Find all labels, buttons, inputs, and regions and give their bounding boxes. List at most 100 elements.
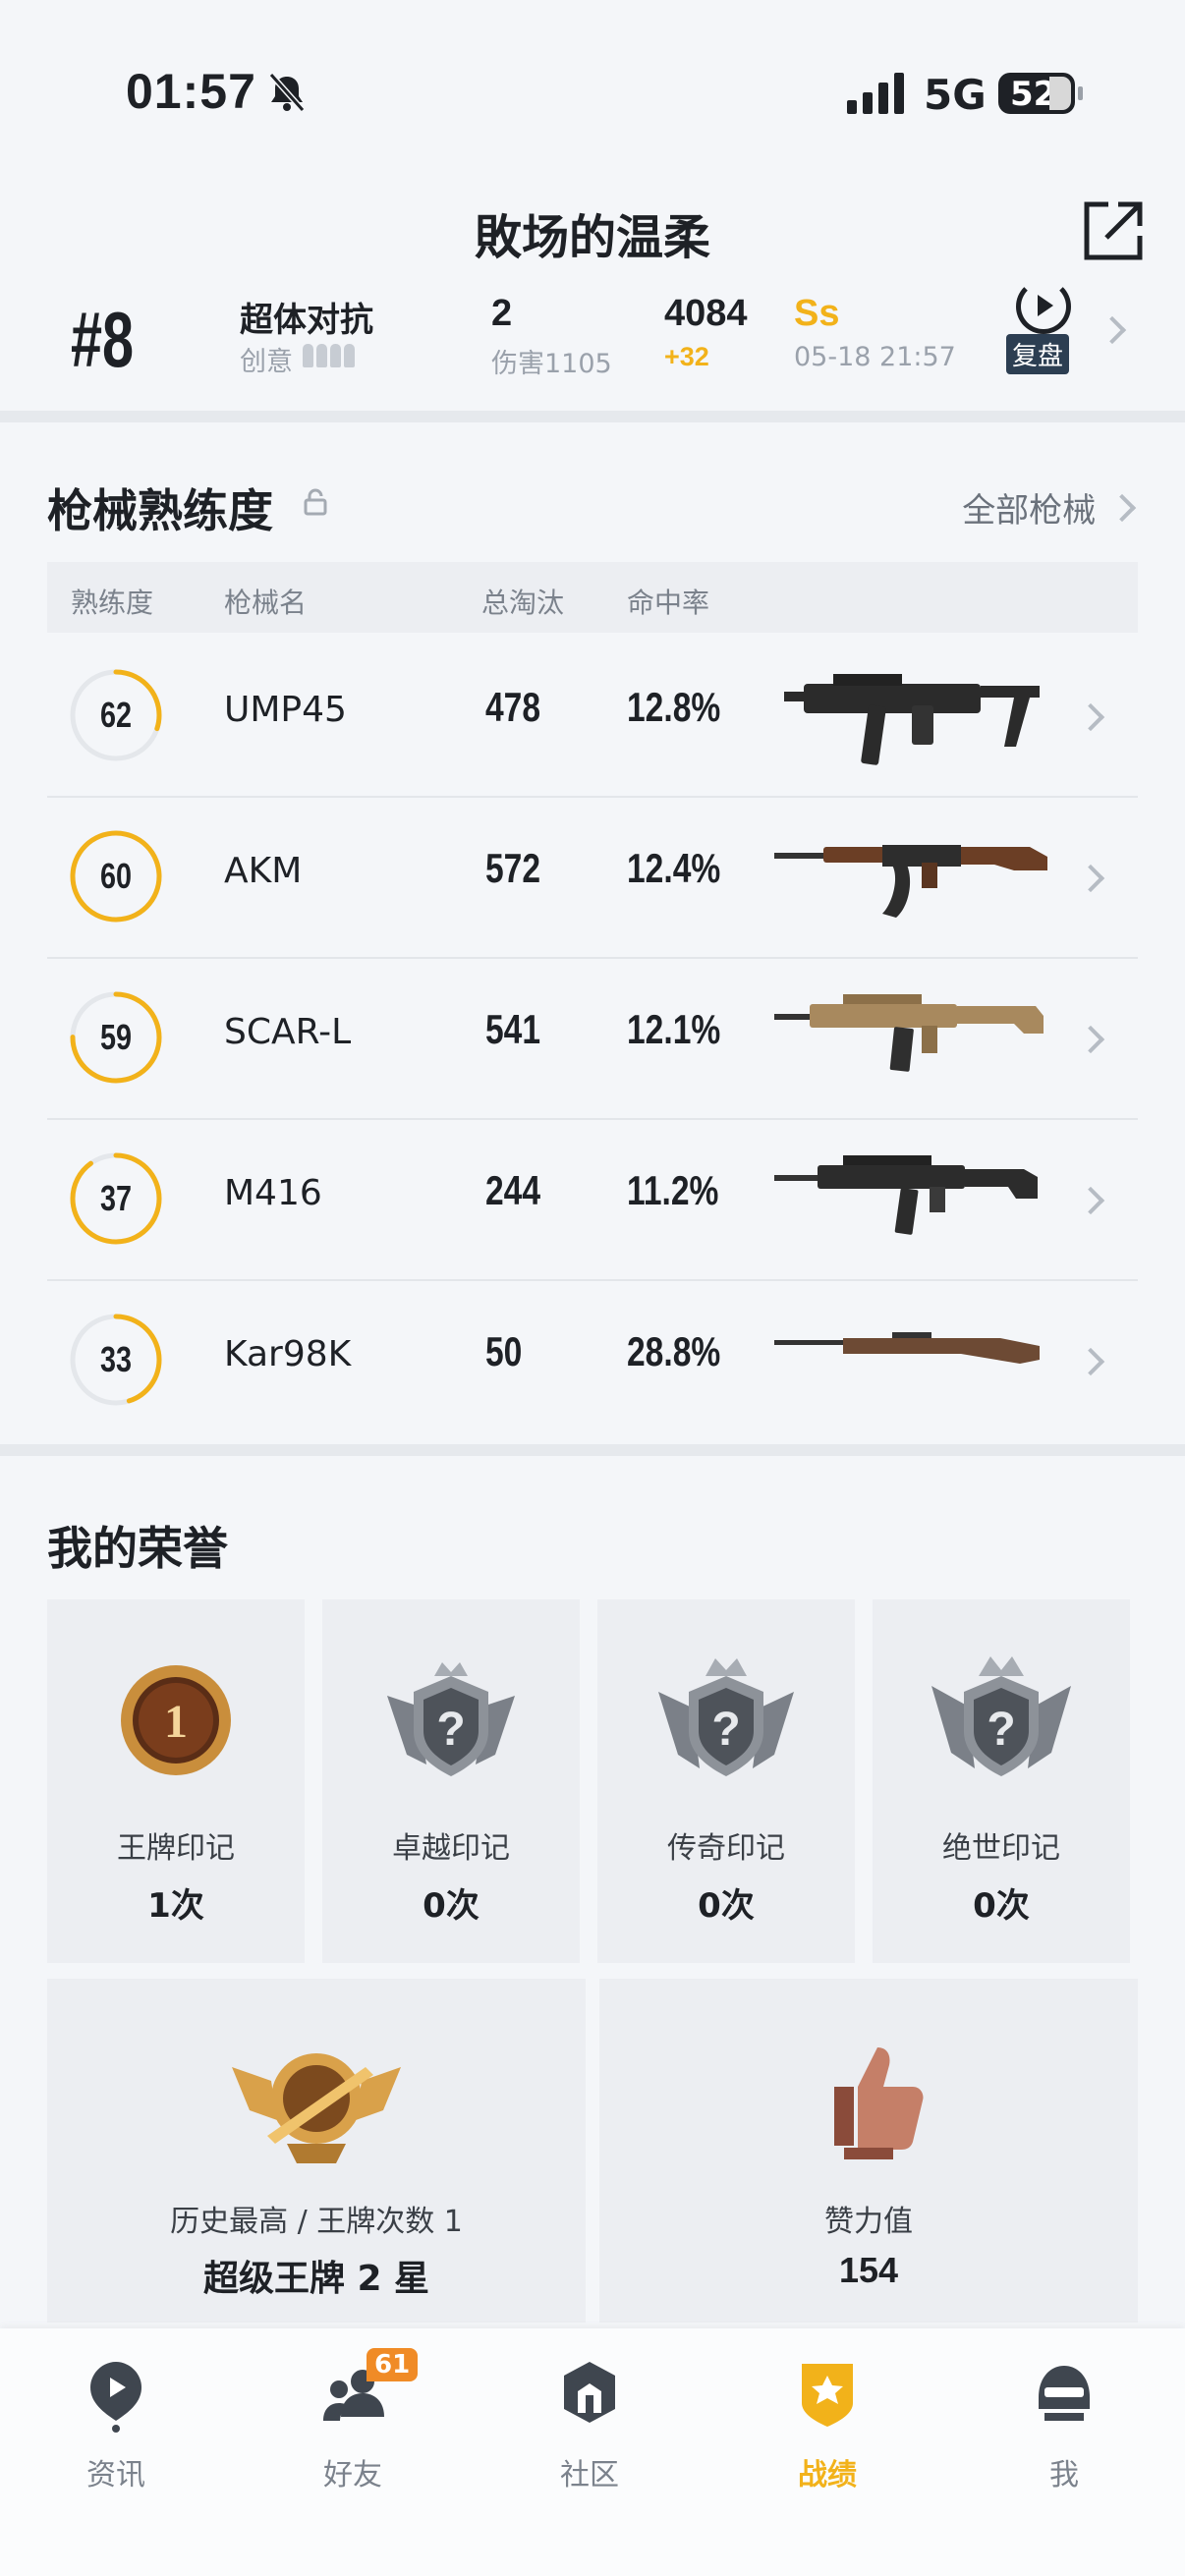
svg-text:?: ? [436,1704,465,1756]
weapon-row[interactable]: 62 UMP45 478 12.8% [47,635,1138,798]
weapon-hit-rate: 12.8% [627,684,721,730]
chevron-right-icon [1076,1186,1105,1215]
status-time: 01:57 [126,64,256,119]
honors-section-title: 我的荣誉 [47,1522,228,1575]
section-divider [0,1444,1185,1456]
honor-card-ace[interactable]: 1 王牌印记 1次 [47,1599,305,1963]
weapon-row[interactable]: 37 M416 244 11.2% [47,1118,1138,1281]
weapon-kills: 541 [485,1006,541,1052]
honor-card-excellence[interactable]: ? 卓越印记 0次 [322,1599,580,1963]
honor-card-peerless[interactable]: ? 绝世印记 0次 [873,1599,1130,1963]
proficiency-ring: 37 [69,1151,163,1246]
honor-count: 0次 [698,1886,755,1926]
tab-friends[interactable]: 61 好友 [274,2348,431,2495]
weapon-hit-rate: 11.2% [627,1167,719,1213]
weapon-hit-rate: 12.1% [627,1006,721,1052]
tab-label: 资讯 [86,2458,145,2492]
tab-label: 好友 [323,2458,382,2492]
highest-tier-label: 历史最高 / 王牌次数 1 [170,2205,463,2239]
weapons-table-header: 熟练度 枪械名 总淘汰 命中率 [47,562,1138,633]
chevron-right-icon [1076,1025,1105,1054]
honor-count: 0次 [973,1886,1030,1926]
all-weapons-link[interactable]: 全部枪械 [962,483,1137,532]
section-divider [0,411,1185,422]
weapon-hit-rate: 28.8% [627,1328,721,1374]
replay-button[interactable]: 复盘 [1006,279,1085,379]
match-rank: #8 [71,296,135,383]
match-grade: Ss [794,293,840,334]
thumbs-up-icon [834,2047,924,2159]
proficiency-value: 33 [99,1339,133,1379]
weapon-row[interactable]: 60 AKM 572 12.4% [47,796,1138,959]
akm-icon [774,845,1047,918]
bottom-tab-bar: 资讯 61 好友 社区 战绩 我 [0,2328,1185,2576]
weapon-hit-rate: 12.4% [627,845,721,891]
weapon-name: SCAR-L [224,1012,352,1052]
proficiency-value: 59 [99,1017,133,1057]
weapon-name: UMP45 [224,690,347,730]
mystery-crest-icon: ? [387,1662,515,1776]
svg-text:?: ? [711,1704,740,1756]
match-score-delta: +32 [664,342,709,371]
weapon-kills: 244 [485,1167,541,1213]
weapon-name: AKM [224,851,303,891]
honor-card-legend[interactable]: ? 传奇印记 0次 [597,1599,855,1963]
ump45-icon [784,674,1040,765]
friends-badge: 61 [367,2348,419,2381]
chevron-right-icon [1076,702,1105,732]
highest-tier-value: 超级王牌 2 星 [202,2259,430,2299]
page-title: 敗场的温柔 [474,210,710,265]
highest-tier-card[interactable]: 历史最高 / 王牌次数 1 超级王牌 2 星 [47,1979,586,2323]
proficiency-ring: 33 [69,1313,163,1407]
honor-label: 传奇印记 [667,1831,785,1866]
network-type: 5G [924,71,987,119]
proficiency-value: 37 [99,1178,133,1218]
record-icon [802,2364,853,2427]
match-damage: 伤害1105 [491,349,612,379]
likes-card[interactable]: 赞力值 154 [599,1979,1138,2323]
honor-count: 1次 [147,1886,204,1926]
battery-icon: 52 [998,73,1083,114]
squad-icons [303,344,358,371]
tab-record[interactable]: 战绩 [749,2348,906,2495]
proficiency-value: 60 [99,856,133,896]
kar98k-icon [774,1332,1040,1364]
scar-l-icon [774,994,1044,1072]
bell-muted-icon [268,73,306,112]
tab-label: 社区 [560,2458,619,2492]
weapon-row[interactable]: 59 SCAR-L 541 12.1% [47,957,1138,1120]
match-mode: 超体对抗 [240,301,373,340]
ace-medal-icon: 1 [121,1665,231,1775]
replay-icon [1016,279,1071,334]
honor-label: 绝世印记 [942,1831,1060,1866]
weapon-row[interactable]: 33 Kar98K 50 28.8% [47,1279,1138,1440]
chevron-right-icon [1107,493,1137,523]
tab-community[interactable]: 社区 [511,2348,668,2495]
weapon-kills: 50 [485,1328,523,1374]
svg-text:?: ? [987,1704,1015,1756]
weapons-section-title: 枪械熟练度 [47,484,273,537]
replay-label: 复盘 [1006,334,1070,374]
tab-news[interactable]: 资讯 [37,2348,195,2495]
match-score: 4084 [664,293,748,334]
honor-label: 卓越印记 [392,1831,510,1866]
svg-text:1: 1 [164,1696,188,1748]
status-bar: 01:57 5G 52 [0,0,1185,167]
weapon-name: M416 [224,1173,322,1213]
match-time: 05-18 21:57 [794,342,956,372]
m416-icon [774,1155,1038,1235]
weapon-kills: 478 [485,684,541,730]
lock-icon[interactable] [301,487,330,517]
share-icon[interactable] [1081,198,1146,263]
mystery-crest-icon: ? [658,1658,794,1776]
proficiency-ring: 60 [69,829,163,924]
tab-label: 我 [1049,2458,1079,2492]
tab-me[interactable]: 我 [986,2348,1143,2495]
tab-label: 战绩 [798,2458,857,2492]
profile-helmet-icon [1039,2366,1090,2421]
all-weapons-label: 全部枪械 [962,491,1097,531]
col-kills: 总淘汰 [481,587,565,619]
match-summary[interactable]: #8 超体对抗 创意 2 伤害1105 4084 +32 Ss 05-18 21… [0,279,1185,393]
chevron-right-icon [1076,1347,1105,1376]
col-proficiency: 熟练度 [71,587,154,619]
